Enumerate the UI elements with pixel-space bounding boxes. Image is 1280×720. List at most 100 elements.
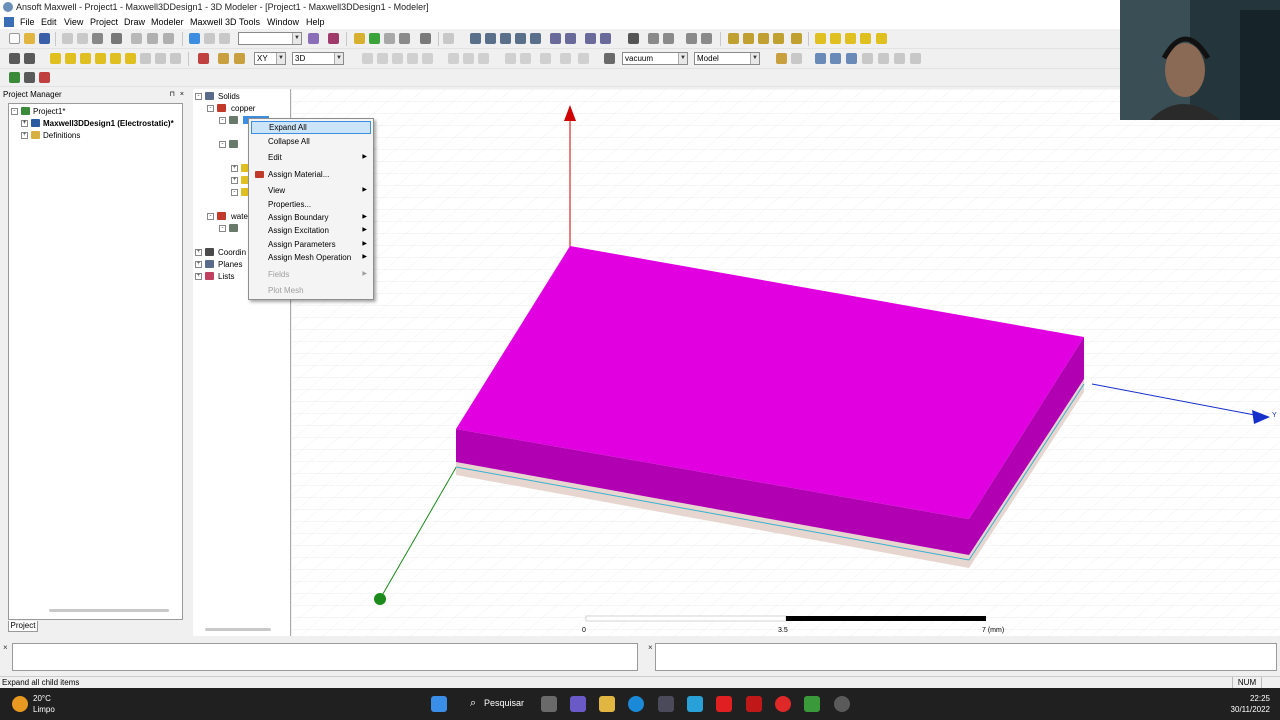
select-icon[interactable]: [189, 33, 200, 44]
intersect-icon[interactable]: [392, 53, 403, 64]
mirror-icon[interactable]: [448, 53, 459, 64]
record-icon[interactable]: [328, 33, 339, 44]
arc-icon[interactable]: [758, 33, 769, 44]
viewport-canvas[interactable]: Y 0 3.5 7 (mm): [292, 89, 1280, 636]
grid-icon[interactable]: [308, 33, 319, 44]
windows-start-icon[interactable]: [431, 696, 447, 712]
menu-item-assign-parameters[interactable]: Assign Parameters ▶: [251, 238, 371, 251]
circle-icon[interactable]: [845, 33, 856, 44]
delete-icon[interactable]: [131, 33, 142, 44]
analyze-icon[interactable]: [369, 33, 380, 44]
plane-select[interactable]: XY ▼: [254, 52, 286, 65]
rotate-icon[interactable]: [470, 33, 481, 44]
menu-project[interactable]: Project: [90, 17, 118, 27]
polyline-icon[interactable]: [791, 33, 802, 44]
menu-edit[interactable]: Edit: [41, 17, 57, 27]
close-icon[interactable]: ×: [648, 643, 653, 652]
task-view-icon[interactable]: [541, 696, 557, 712]
tab-project[interactable]: Project: [8, 621, 38, 632]
ellipse-icon[interactable]: [830, 33, 841, 44]
expand-icon[interactable]: +: [195, 249, 202, 256]
expand-icon[interactable]: -: [231, 189, 238, 196]
cut-icon[interactable]: [62, 33, 73, 44]
netflix-icon[interactable]: [746, 696, 762, 712]
app-gear-icon[interactable]: [834, 696, 850, 712]
subtract-icon[interactable]: [377, 53, 388, 64]
expand-icon[interactable]: +: [21, 132, 28, 139]
ruler-icon[interactable]: [830, 53, 841, 64]
equation-surface-icon[interactable]: [876, 33, 887, 44]
sweep-icon[interactable]: [560, 53, 571, 64]
thicken-icon[interactable]: [578, 53, 589, 64]
menu-window[interactable]: Window: [267, 17, 299, 27]
file-explorer-icon[interactable]: [599, 696, 615, 712]
line-icon[interactable]: [728, 33, 739, 44]
menu-item-properties[interactable]: Properties...: [251, 198, 371, 211]
menu-maxwell3d[interactable]: Maxwell 3D: [190, 17, 237, 27]
open-icon[interactable]: [24, 33, 35, 44]
select-faces-icon[interactable]: [204, 33, 215, 44]
render-icon[interactable]: [894, 53, 905, 64]
distance-icon[interactable]: [846, 53, 857, 64]
menu-modeler[interactable]: Modeler: [151, 17, 184, 27]
helix-icon[interactable]: [140, 53, 151, 64]
zoom-out-icon[interactable]: [600, 33, 611, 44]
expand-icon[interactable]: +: [195, 261, 202, 268]
menu-item-assign-material[interactable]: Assign Material...: [251, 168, 371, 181]
redo-icon[interactable]: [163, 33, 174, 44]
draw-line-icon[interactable]: [443, 33, 454, 44]
menu-item-expand-all[interactable]: Expand All: [251, 121, 371, 134]
solution-data-icon[interactable]: [420, 33, 431, 44]
split-icon[interactable]: [422, 53, 433, 64]
context-help-icon[interactable]: [24, 53, 35, 64]
zoom-in-icon[interactable]: [585, 33, 596, 44]
fit-all-icon[interactable]: [648, 33, 659, 44]
menu-view[interactable]: View: [64, 17, 83, 27]
eye-icon[interactable]: [628, 33, 639, 44]
box-icon[interactable]: [50, 53, 61, 64]
roll-icon[interactable]: [515, 33, 526, 44]
close-icon[interactable]: ×: [180, 89, 184, 100]
regular-polyhedron-icon[interactable]: [80, 53, 91, 64]
opera-icon[interactable]: [775, 696, 791, 712]
edge-icon[interactable]: [628, 696, 644, 712]
bondwire-icon[interactable]: [170, 53, 181, 64]
dimension-select[interactable]: 3D ▼: [292, 52, 344, 65]
collapse-icon[interactable]: -: [11, 108, 18, 115]
material-icon[interactable]: [604, 53, 615, 64]
relative-cs-icon[interactable]: [218, 53, 229, 64]
menu-item-collapse-all[interactable]: Collapse All: [251, 135, 371, 148]
menu-item-assign-boundary[interactable]: Assign Boundary ▶: [251, 211, 371, 224]
paste-icon[interactable]: [92, 33, 103, 44]
menu-file[interactable]: File: [20, 17, 35, 27]
zoom-icon[interactable]: [550, 33, 561, 44]
duplicate-around-icon[interactable]: [520, 53, 531, 64]
arc-2-icon[interactable]: [773, 33, 784, 44]
axis-icon[interactable]: [878, 53, 889, 64]
copy-icon[interactable]: [77, 33, 88, 44]
collapse-icon[interactable]: -: [219, 225, 226, 232]
expand-icon[interactable]: +: [195, 273, 202, 280]
print-icon[interactable]: [111, 33, 122, 44]
view-2-icon[interactable]: [701, 33, 712, 44]
close-icon[interactable]: ×: [3, 643, 8, 652]
help-icon[interactable]: [9, 53, 20, 64]
menu-tools[interactable]: Tools: [239, 17, 260, 27]
sphere-icon[interactable]: [110, 53, 121, 64]
spin-icon[interactable]: [500, 33, 511, 44]
grid-settings-icon[interactable]: [862, 53, 873, 64]
fit-selection-icon[interactable]: [663, 33, 674, 44]
taskbar-search-button[interactable]: ⌕ Pesquisar: [462, 694, 530, 714]
new-icon[interactable]: [9, 33, 20, 44]
view-icon[interactable]: [686, 33, 697, 44]
spline-icon[interactable]: [743, 33, 754, 44]
animate-icon[interactable]: [399, 33, 410, 44]
validate-icon[interactable]: [354, 33, 365, 44]
youtube-icon[interactable]: [716, 696, 732, 712]
regular-polygon-icon[interactable]: [860, 33, 871, 44]
save-icon[interactable]: [39, 33, 50, 44]
torus-icon[interactable]: [125, 53, 136, 64]
message-list[interactable]: [12, 643, 638, 671]
sheet-icon[interactable]: [9, 72, 20, 83]
imprint-icon[interactable]: [407, 53, 418, 64]
